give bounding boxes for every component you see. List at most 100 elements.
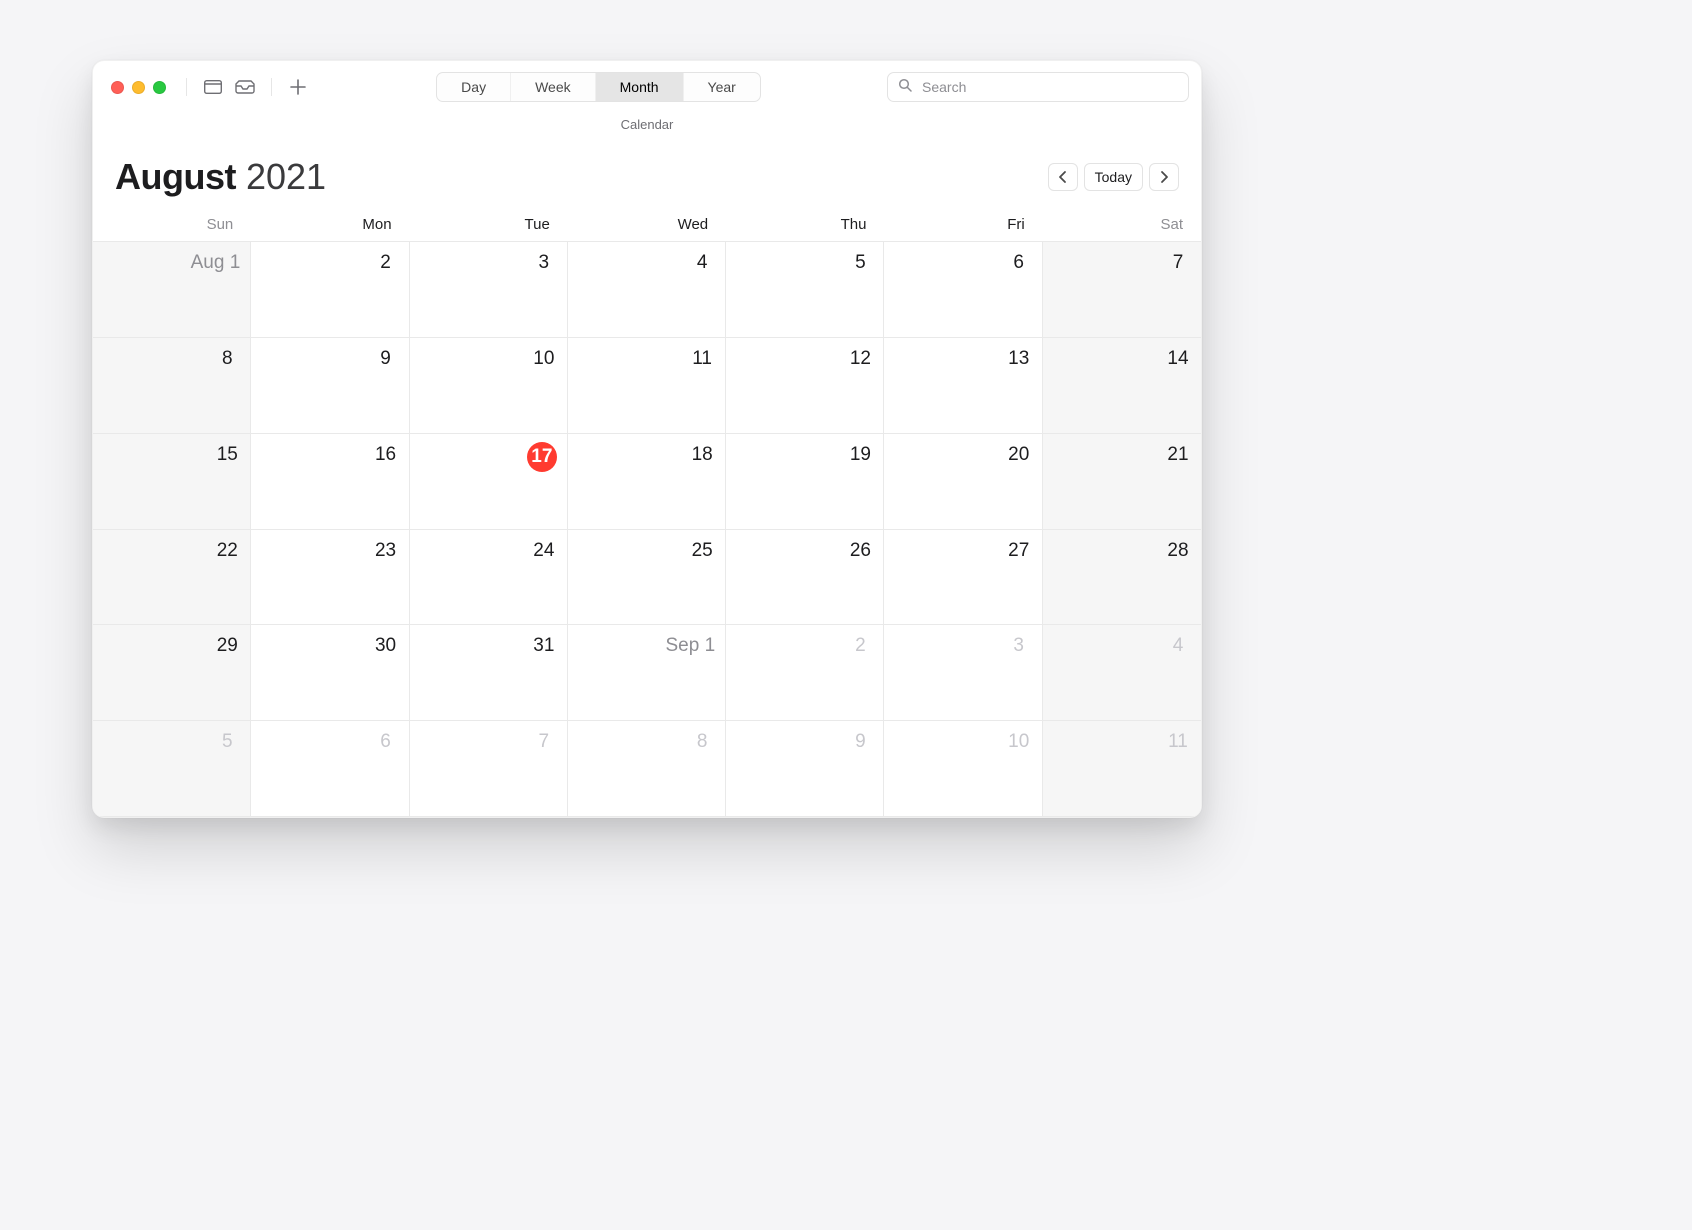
day-cell[interactable]: 24 bbox=[410, 530, 568, 626]
day-cell[interactable]: 2 bbox=[726, 625, 884, 721]
day-cell[interactable]: 17 bbox=[410, 434, 568, 530]
day-cell[interactable]: 3 bbox=[410, 242, 568, 338]
day-cell[interactable]: 11 bbox=[1043, 721, 1201, 817]
add-event-icon[interactable] bbox=[286, 77, 310, 97]
close-window-button[interactable] bbox=[111, 81, 124, 94]
calendars-sidebar-icon[interactable] bbox=[201, 77, 225, 97]
day-number: 4 bbox=[1165, 633, 1191, 659]
day-cell[interactable]: 2 bbox=[251, 242, 409, 338]
day-cell[interactable]: 4 bbox=[1043, 625, 1201, 721]
day-number: 28 bbox=[1165, 538, 1191, 564]
month-name: August bbox=[115, 156, 236, 198]
day-cell[interactable]: 9 bbox=[251, 338, 409, 434]
day-cell[interactable]: 9 bbox=[726, 721, 884, 817]
day-number: 12 bbox=[847, 346, 873, 372]
day-number: 7 bbox=[1165, 250, 1191, 276]
day-cell[interactable]: 10 bbox=[410, 338, 568, 434]
day-number: 17 bbox=[527, 442, 557, 472]
day-cell[interactable]: 6 bbox=[251, 721, 409, 817]
day-number: 2 bbox=[847, 633, 873, 659]
weekday-header: Wed bbox=[568, 216, 726, 233]
day-number: 30 bbox=[373, 633, 399, 659]
day-cell[interactable]: 31 bbox=[410, 625, 568, 721]
weekday-header: Sat bbox=[1043, 216, 1201, 233]
day-cell[interactable]: 7 bbox=[410, 721, 568, 817]
view-tab-month[interactable]: Month bbox=[595, 73, 683, 101]
day-number: 11 bbox=[1165, 729, 1191, 755]
toolbar: DayWeekMonthYear bbox=[93, 61, 1201, 113]
day-cell[interactable]: Sep 1 bbox=[568, 625, 726, 721]
day-number: 16 bbox=[373, 442, 399, 468]
day-cell[interactable]: 10 bbox=[884, 721, 1042, 817]
day-cell[interactable]: 8 bbox=[93, 338, 251, 434]
day-number: 22 bbox=[214, 538, 240, 564]
day-cell[interactable]: 16 bbox=[251, 434, 409, 530]
day-cell[interactable]: 13 bbox=[884, 338, 1042, 434]
day-cell[interactable]: 12 bbox=[726, 338, 884, 434]
day-cell[interactable]: 5 bbox=[726, 242, 884, 338]
day-number: 7 bbox=[531, 729, 557, 755]
day-cell[interactable]: 30 bbox=[251, 625, 409, 721]
today-label: Today bbox=[1095, 169, 1132, 185]
day-number: 5 bbox=[214, 729, 240, 755]
day-number: 2 bbox=[373, 250, 399, 276]
day-number: 29 bbox=[214, 633, 240, 659]
weekday-header: Tue bbox=[410, 216, 568, 233]
month-grid: Aug 123456789101112131415161718192021222… bbox=[93, 241, 1201, 817]
window-subtitle: Calendar bbox=[93, 113, 1201, 146]
day-number: 21 bbox=[1165, 442, 1191, 468]
zoom-window-button[interactable] bbox=[153, 81, 166, 94]
day-number: 24 bbox=[531, 538, 557, 564]
month-title: August 2021 bbox=[115, 156, 326, 198]
day-cell[interactable]: 22 bbox=[93, 530, 251, 626]
day-number: 6 bbox=[1006, 250, 1032, 276]
day-cell[interactable]: 5 bbox=[93, 721, 251, 817]
day-cell[interactable]: 11 bbox=[568, 338, 726, 434]
day-cell[interactable]: 25 bbox=[568, 530, 726, 626]
view-tab-year[interactable]: Year bbox=[683, 73, 760, 101]
day-number: 19 bbox=[847, 442, 873, 468]
day-number: 31 bbox=[531, 633, 557, 659]
day-number: 6 bbox=[373, 729, 399, 755]
next-month-button[interactable] bbox=[1149, 163, 1179, 191]
day-cell[interactable]: Aug 1 bbox=[93, 242, 251, 338]
day-cell[interactable]: 20 bbox=[884, 434, 1042, 530]
view-tab-week[interactable]: Week bbox=[510, 73, 595, 101]
day-cell[interactable]: 3 bbox=[884, 625, 1042, 721]
day-cell[interactable]: 21 bbox=[1043, 434, 1201, 530]
day-number: 27 bbox=[1006, 538, 1032, 564]
inbox-icon[interactable] bbox=[233, 77, 257, 97]
day-cell[interactable]: 6 bbox=[884, 242, 1042, 338]
calendar-window: DayWeekMonthYear Calendar August 2021 bbox=[92, 60, 1202, 818]
weekday-header-row: SunMonTueWedThuFriSat bbox=[93, 198, 1201, 241]
day-cell[interactable]: 8 bbox=[568, 721, 726, 817]
day-number: Aug 1 bbox=[191, 250, 241, 276]
day-cell[interactable]: 7 bbox=[1043, 242, 1201, 338]
day-number: 4 bbox=[689, 250, 715, 276]
minimize-window-button[interactable] bbox=[132, 81, 145, 94]
day-cell[interactable]: 4 bbox=[568, 242, 726, 338]
day-cell[interactable]: 27 bbox=[884, 530, 1042, 626]
search-input[interactable] bbox=[920, 78, 1178, 96]
day-number: 14 bbox=[1165, 346, 1191, 372]
day-cell[interactable]: 15 bbox=[93, 434, 251, 530]
day-cell[interactable]: 19 bbox=[726, 434, 884, 530]
day-cell[interactable]: 14 bbox=[1043, 338, 1201, 434]
day-number: 15 bbox=[214, 442, 240, 468]
divider bbox=[186, 78, 187, 96]
day-number: 23 bbox=[373, 538, 399, 564]
day-cell[interactable]: 28 bbox=[1043, 530, 1201, 626]
day-cell[interactable]: 18 bbox=[568, 434, 726, 530]
today-button[interactable]: Today bbox=[1084, 163, 1143, 191]
view-segmented-control: DayWeekMonthYear bbox=[436, 72, 761, 102]
search-icon bbox=[898, 78, 912, 97]
day-cell[interactable]: 26 bbox=[726, 530, 884, 626]
day-number: 25 bbox=[689, 538, 715, 564]
day-number: 26 bbox=[847, 538, 873, 564]
day-cell[interactable]: 23 bbox=[251, 530, 409, 626]
search-field[interactable] bbox=[887, 72, 1189, 102]
view-tab-day[interactable]: Day bbox=[437, 73, 510, 101]
prev-month-button[interactable] bbox=[1048, 163, 1078, 191]
weekday-header: Thu bbox=[726, 216, 884, 233]
day-cell[interactable]: 29 bbox=[93, 625, 251, 721]
